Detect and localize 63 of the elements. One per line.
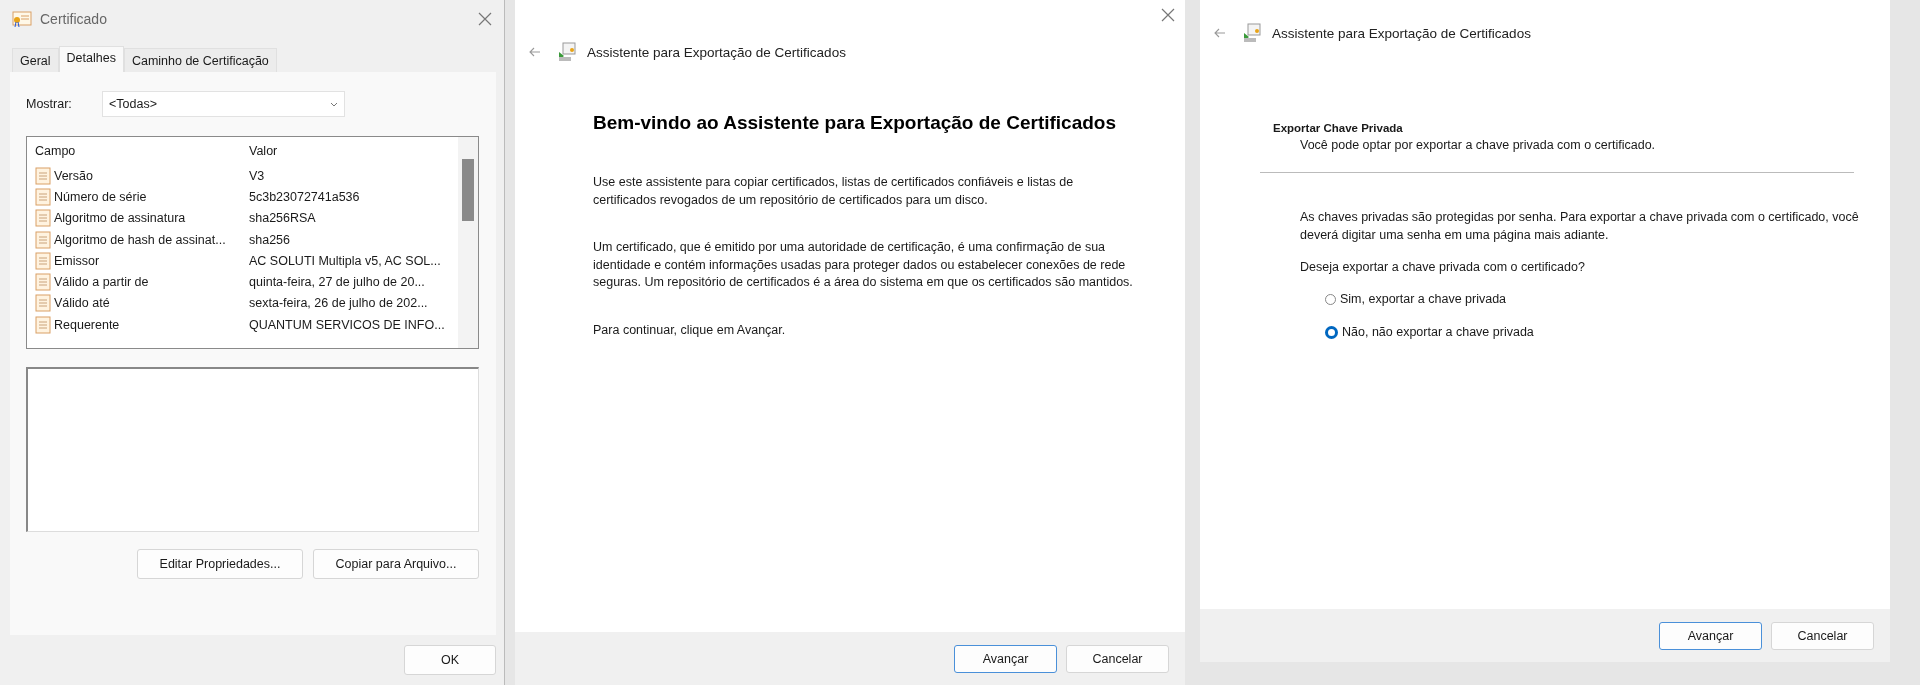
field-name[interactable]: Versão: [54, 168, 93, 183]
close-icon[interactable]: [1161, 8, 1175, 22]
copy-to-file-button[interactable]: Copiar para Arquivo...: [313, 549, 479, 579]
paragraph: As chaves privadas são protegidas por senha. Para exportar a chave privada com o certificado, você deverá digitar uma senha em uma página mais adiante.: [1300, 209, 1860, 244]
back-arrow-icon[interactable]: [1214, 28, 1226, 38]
window-title: Certificado: [40, 11, 108, 27]
field-name[interactable]: Válido a partir de: [54, 275, 149, 290]
next-button[interactable]: Avançar: [1659, 621, 1762, 650]
radio-button[interactable]: [1325, 325, 1338, 339]
section-subtitle: Você pode optar por exportar a chave privada com o certificado.: [1300, 138, 1657, 152]
wizard-title: Assistente para Exportação de Certificados: [1272, 25, 1531, 41]
close-icon[interactable]: [478, 12, 492, 26]
next-button[interactable]: Avançar: [954, 644, 1057, 673]
radio-button[interactable]: [1325, 293, 1336, 305]
field-value: 5c3b23072741a536: [249, 189, 361, 204]
cancel-button[interactable]: Cancelar: [1066, 644, 1169, 673]
scrollbar[interactable]: [458, 137, 478, 348]
field-icon: [35, 209, 51, 228]
cancel-button[interactable]: Cancelar: [1771, 621, 1874, 650]
field-name[interactable]: Algoritmo de assinatura: [54, 211, 186, 226]
field-value: QUANTUM SERVICOS DE INFO...: [249, 317, 446, 332]
column-header[interactable]: Campo: [35, 144, 249, 158]
column-header[interactable]: Valor: [249, 144, 458, 158]
field-name[interactable]: Número de série: [54, 189, 147, 204]
field-icon: [35, 166, 51, 185]
field-value: sha256RSA: [249, 211, 317, 226]
field-name[interactable]: Algoritmo de hash de assinat...: [54, 232, 226, 247]
show-dropdown[interactable]: <Todas>: [102, 91, 345, 117]
tab[interactable]: Detalhes: [58, 46, 124, 72]
field-icon: [35, 251, 51, 270]
tab[interactable]: Caminho de Certificação: [123, 48, 277, 72]
edit-properties-button[interactable]: Editar Propriedades...: [137, 549, 303, 579]
certificate-export-icon: [1242, 23, 1262, 43]
field-name[interactable]: Requerente: [54, 317, 120, 332]
chevron-down-icon: [330, 101, 338, 107]
ok-button[interactable]: OK: [404, 645, 496, 675]
back-arrow-icon[interactable]: [529, 47, 541, 57]
field-name[interactable]: Válido até: [54, 296, 110, 311]
tab[interactable]: Geral: [12, 48, 59, 72]
field-value: sha256: [249, 232, 291, 247]
field-icon: [35, 294, 51, 313]
certificate-export-icon: [557, 42, 577, 62]
show-label: Mostrar:: [26, 97, 73, 111]
paragraph: Um certificado, que é emitido por uma autoridade de certificação, é uma confirmação de sua identidade e contém informações usadas para proteger dados ou estabelecer conexões de rede seguras. Um repositório de certificados é a área do sistema em que os certificados são mantidos.: [593, 239, 1134, 291]
field-icon: [35, 315, 51, 334]
field-icon: [35, 230, 51, 249]
welcome-heading: Bem-vindo ao Assistente para Exportação de Certificados: [593, 112, 1117, 134]
radio-option[interactable]: Sim, exportar a chave privada: [1325, 291, 1890, 307]
field-value: V3: [249, 168, 266, 183]
paragraph: Para continuar, clique em Avançar.: [593, 321, 787, 339]
field-name[interactable]: Emissor: [54, 253, 100, 268]
section-title: Exportar Chave Privada: [1273, 122, 1404, 134]
field-icon: [35, 187, 51, 206]
scrollbar-thumb[interactable]: [462, 159, 474, 221]
field-icon: [35, 273, 51, 292]
paragraph: Use este assistente para copiar certificados, listas de certificados confiáveis e listas de certificados revogados de um repositório de certificados para um disco.: [593, 174, 1075, 209]
certificate-icon: [12, 10, 32, 28]
radio-option[interactable]: Não, não exportar a chave privada: [1325, 324, 1890, 340]
field-value: AC SOLUTI Multipla v5, AC SOL...: [249, 253, 442, 268]
field-value: quinta-feira, 27 de julho de 20...: [249, 275, 426, 290]
wizard-title: Assistente para Exportação de Certificados: [587, 44, 846, 60]
field-value: sexta-feira, 26 de julho de 202...: [249, 296, 429, 311]
question: Deseja exportar a chave privada com o certificado?: [1300, 260, 1586, 274]
